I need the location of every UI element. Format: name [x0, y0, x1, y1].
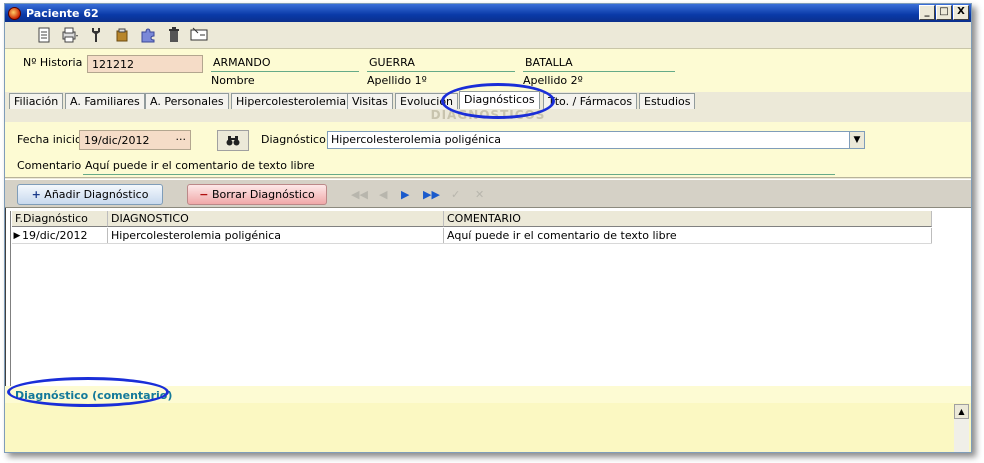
diagnosis-form: Fecha inicio 19/dic/2012 ··· Diagnóstico… [5, 122, 971, 178]
table-row[interactable]: ▶ 19/dic/2012 Hipercolesterolemia poligé… [12, 228, 932, 244]
last-name-2-label: Apellido 2º [523, 74, 583, 87]
delete-diagnosis-label: Borrar Diagnóstico [212, 188, 315, 201]
date-label: Fecha inicio [17, 133, 82, 146]
add-diagnosis-button[interactable]: + Añadir Diagnóstico [17, 184, 163, 205]
history-label: Nº Historia [23, 56, 83, 69]
first-name-value: ARMANDO [211, 55, 359, 72]
binoculars-icon [226, 135, 240, 145]
tab-tratamiento-farmacos[interactable]: Tto. / Fármacos [543, 93, 638, 109]
patient-header: Nº Historia 121212 ARMANDO Nombre GUERRA… [5, 48, 971, 92]
comment-textarea[interactable] [5, 403, 971, 452]
patient-window: Paciente 62 _ □ X Nº Historia 121212 ARM… [4, 3, 972, 453]
tab-antecedentes-familiares[interactable]: A. Familiares [65, 93, 145, 109]
document-icon[interactable] [33, 25, 55, 45]
tab-estudios[interactable]: Estudios [639, 93, 696, 109]
date-picker-button[interactable]: ··· [176, 133, 187, 146]
comment-panel: Diagnóstico (comentario) ▲ [5, 386, 971, 452]
plus-icon: + [31, 188, 41, 201]
window-title: Paciente 62 [26, 6, 99, 20]
next-record-icon[interactable]: ▶ [401, 188, 409, 201]
comment-field[interactable]: Aquí puede ir el comentario de texto lib… [83, 158, 835, 175]
start-date-field[interactable]: 19/dic/2012 ··· [79, 130, 191, 150]
tab-visitas[interactable]: Visitas [347, 93, 393, 109]
minimize-button[interactable]: _ [919, 5, 935, 20]
scrollbar-track[interactable] [954, 419, 969, 452]
comment-panel-header: Diagnóstico (comentario) [5, 386, 971, 403]
tab-evolucion[interactable]: Evolución [395, 93, 459, 109]
column-header-diagnosis[interactable]: DIAGNOSTICO [108, 211, 444, 227]
last-name-1-label: Apellido 1º [367, 74, 427, 87]
last-name-1-value: GUERRA [367, 55, 515, 72]
trash-icon[interactable] [163, 25, 185, 45]
panel-title: DIAGNÓSTICOS [5, 109, 971, 122]
column-header-date[interactable]: F.Diagnóstico [12, 211, 108, 227]
grid-header: F.Diagnóstico DIAGNOSTICO COMENTARIO [12, 211, 932, 227]
scroll-up-button[interactable]: ▲ [954, 404, 969, 419]
tab-hipercolesterolemia[interactable]: Hipercolesterolemia [231, 93, 352, 109]
diagnosis-select[interactable]: Hipercolesterolemia poligénica ▼ [327, 131, 865, 149]
window-controls: _ □ X [919, 5, 969, 20]
row-comment-cell: Aquí puede ir el comentario de texto lib… [444, 228, 932, 243]
toolbar [5, 22, 971, 48]
comment-panel-title: Diagnóstico (comentario) [15, 389, 173, 402]
cancel-x-icon[interactable]: ✕ [475, 188, 484, 201]
app-logo-icon [8, 6, 21, 20]
exit-icon[interactable] [189, 25, 211, 45]
tab-filiacion[interactable]: Filiación [9, 93, 64, 109]
close-button[interactable]: X [953, 5, 969, 20]
print-icon[interactable] [59, 25, 81, 45]
chevron-down-icon[interactable]: ▼ [849, 132, 864, 148]
comment-label: Comentario [17, 159, 82, 172]
minus-icon: − [199, 188, 209, 201]
clipboard-icon[interactable] [111, 25, 133, 45]
tab-bar: Filiación A. Familiares A. Personales Hi… [5, 91, 971, 109]
first-record-icon[interactable]: ◀◀ [351, 188, 368, 201]
tab-diagnosticos[interactable]: Diagnósticos [459, 91, 540, 109]
diagnosis-selected-value: Hipercolesterolemia poligénica [331, 133, 502, 146]
column-header-comment[interactable]: COMENTARIO [444, 211, 932, 227]
row-indicator-icon: ▶ [13, 230, 21, 241]
confirm-check-icon[interactable]: ✓ [451, 188, 460, 201]
action-bar: + Añadir Diagnóstico − Borrar Diagnóstic… [5, 179, 971, 208]
diagnosis-grid: F.Diagnóstico DIAGNOSTICO COMENTARIO ▶ 1… [5, 208, 971, 386]
last-name-2-value: BATALLA [523, 55, 675, 72]
add-diagnosis-label: Añadir Diagnóstico [44, 188, 149, 201]
diagnosis-label: Diagnóstico [261, 133, 326, 146]
search-binoculars-button[interactable] [217, 130, 249, 151]
grid-left-border [10, 211, 11, 386]
puzzle-icon[interactable] [137, 25, 159, 45]
row-diagnosis-cell: Hipercolesterolemia poligénica [108, 228, 444, 243]
row-date-value: 19/dic/2012 [22, 229, 88, 242]
start-date-value: 19/dic/2012 [84, 134, 150, 147]
maximize-button[interactable]: □ [936, 5, 952, 20]
title-bar: Paciente 62 _ □ X [5, 4, 971, 22]
delete-diagnosis-button[interactable]: − Borrar Diagnóstico [187, 184, 327, 205]
tool-icon[interactable] [85, 25, 107, 45]
previous-record-icon[interactable]: ◀ [379, 188, 387, 201]
first-name-label: Nombre [211, 74, 255, 87]
last-record-icon[interactable]: ▶▶ [423, 188, 440, 201]
tab-antecedentes-personales[interactable]: A. Personales [145, 93, 229, 109]
row-date-cell: ▶ 19/dic/2012 [12, 228, 108, 243]
history-number-field[interactable]: 121212 [87, 55, 203, 73]
